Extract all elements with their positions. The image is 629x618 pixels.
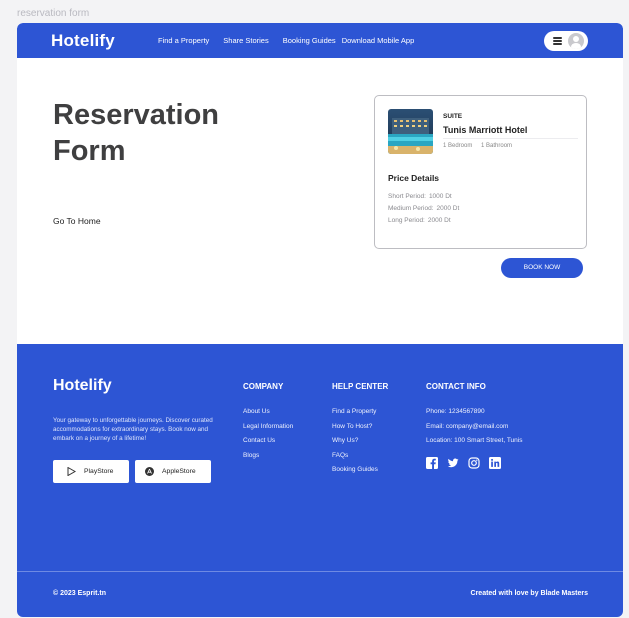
nav-find-property[interactable]: Find a Property: [158, 36, 209, 45]
go-home-link[interactable]: Go To Home: [53, 216, 101, 226]
footer-link-blogs[interactable]: Blogs: [243, 449, 293, 464]
book-now-button[interactable]: BOOK NOW: [501, 258, 583, 278]
footer-description: Your gateway to unforgettable journeys. …: [53, 417, 213, 442]
help-center-links: Find a Property How To Host? Why Us? FAQ…: [332, 405, 378, 478]
footer-link-about[interactable]: About Us: [243, 405, 293, 420]
room-type: SUITE: [443, 113, 463, 120]
contact-info: Phone: 1234567890 Email: company@email.c…: [426, 405, 522, 449]
facebook-icon[interactable]: [426, 456, 438, 469]
page-label: reservation form: [17, 8, 90, 19]
bathrooms-count: 1 Bathroom: [481, 143, 513, 149]
footer-link-contact[interactable]: Contact Us: [243, 434, 293, 449]
company-links: About Us Legal Information Contact Us Bl…: [243, 405, 293, 463]
company-title: COMPANY: [243, 382, 284, 391]
footer-link-how-to-host[interactable]: How To Host?: [332, 420, 378, 435]
contact-info-title: CONTACT INFO: [426, 382, 486, 391]
price-row-long: Long Period: 2000 Dt: [388, 217, 451, 224]
play-icon: [67, 466, 77, 477]
page-title: Reservation Form: [53, 99, 220, 167]
contact-location: Location: 100 Smart Street, Tunis: [426, 437, 523, 444]
footer: Hotelify Your gateway to unforgettable j…: [17, 344, 623, 617]
app-store-icon: [145, 467, 154, 476]
footer-brand: Hotelify: [53, 377, 112, 394]
nav-booking-guides[interactable]: Booking Guides: [283, 36, 336, 45]
footer-link-find-property[interactable]: Find a Property: [332, 405, 378, 420]
footer-link-booking-guides[interactable]: Booking Guides: [332, 463, 378, 478]
price-row-short: Short Period: 1000 Dt: [388, 193, 452, 200]
user-menu-button[interactable]: [544, 31, 588, 51]
footer-link-faqs[interactable]: FAQs: [332, 449, 378, 464]
price-row-medium: Medium Period: 2000 Dt: [388, 205, 460, 212]
contact-phone: Phone: 1234567890: [426, 408, 485, 415]
divider: [443, 138, 578, 139]
room-details: 1 Bedroom 1 Bathroom: [443, 143, 512, 149]
linkedin-icon[interactable]: [489, 456, 501, 469]
nav-share-stories[interactable]: Share Stories: [223, 36, 268, 45]
hamburger-menu-icon: [553, 37, 562, 45]
footer-divider: [17, 571, 623, 572]
nav-download-app[interactable]: Download Mobile App: [342, 36, 415, 45]
brand-logo[interactable]: Hotelify: [51, 31, 115, 51]
playstore-button[interactable]: PlayStore: [53, 460, 129, 483]
contact-email: Email: company@email.com: [426, 422, 509, 430]
applestore-button[interactable]: AppleStore: [135, 460, 211, 483]
instagram-icon[interactable]: [468, 456, 480, 469]
reservation-card: SUITE Tunis Marriott Hotel 1 Bedroom 1 B…: [374, 95, 587, 249]
price-details-title: Price Details: [388, 173, 440, 183]
nav-links: Find a Property Share Stories Booking Gu…: [158, 36, 428, 45]
copyright: © 2023 Esprit.tn: [53, 590, 107, 597]
help-center-title: HELP CENTER: [332, 382, 389, 391]
user-avatar-icon: [568, 33, 584, 49]
footer-link-why-us[interactable]: Why Us?: [332, 434, 378, 449]
footer-link-legal[interactable]: Legal Information: [243, 420, 293, 435]
bedrooms-count: 1 Bedroom: [443, 143, 473, 149]
navbar: Hotelify Find a Property Share Stories B…: [17, 23, 623, 58]
social-links: [426, 456, 510, 469]
hotel-thumbnail: [388, 109, 433, 154]
credits: Created with love by Blade Masters: [470, 590, 588, 597]
app-frame: Hotelify Find a Property Share Stories B…: [17, 23, 623, 617]
hotel-name: Tunis Marriott Hotel: [443, 125, 528, 135]
twitter-icon[interactable]: [447, 456, 459, 468]
